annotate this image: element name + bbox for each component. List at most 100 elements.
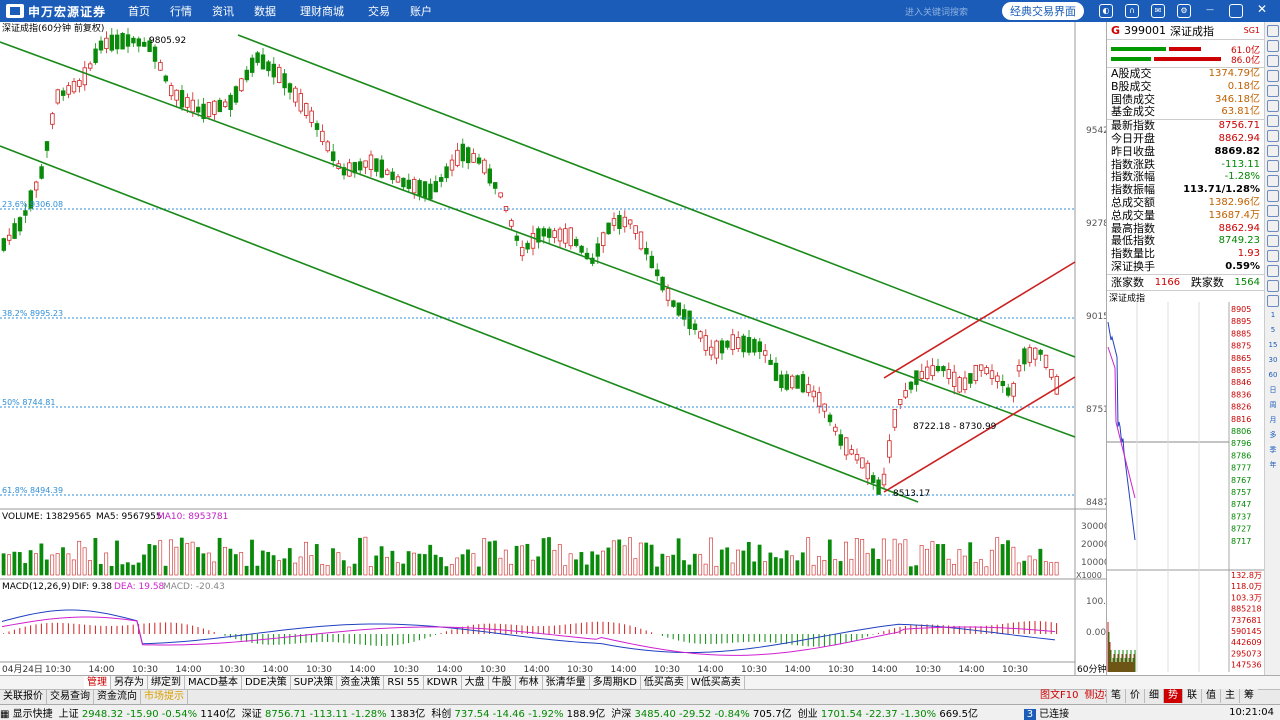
toolbar-icon[interactable] bbox=[1267, 280, 1279, 292]
quote-tab[interactable]: 势 bbox=[1163, 689, 1182, 703]
quote-tab[interactable]: 联 bbox=[1182, 689, 1201, 703]
volume-bar bbox=[169, 539, 173, 576]
menu-news[interactable]: 资讯 bbox=[202, 3, 244, 19]
menu-data[interactable]: 数据 bbox=[244, 3, 286, 19]
period-button[interactable]: 多 bbox=[1267, 430, 1279, 442]
volume-bar bbox=[455, 557, 460, 576]
toolbar-icon[interactable] bbox=[1267, 100, 1279, 112]
indicator-tab[interactable]: MACD基本 bbox=[185, 676, 242, 689]
indicator-tab[interactable]: 低买高卖 bbox=[641, 676, 688, 689]
toolbar-icon[interactable] bbox=[1267, 40, 1279, 52]
period-button[interactable]: 30 bbox=[1267, 355, 1279, 367]
skin-icon[interactable]: ◐ bbox=[1099, 4, 1113, 18]
close-icon[interactable]: ✕ bbox=[1255, 3, 1269, 18]
period-button[interactable]: 60 bbox=[1267, 370, 1279, 382]
function-tab[interactable]: 交易查询 bbox=[47, 690, 94, 704]
volume-bar bbox=[77, 540, 82, 576]
volume-bar bbox=[525, 543, 530, 576]
toolbar-icon[interactable] bbox=[1267, 55, 1279, 67]
period-button[interactable]: 月 bbox=[1267, 415, 1279, 427]
headset-icon[interactable]: ∩ bbox=[1125, 4, 1139, 18]
toolbar-icon[interactable] bbox=[1267, 130, 1279, 142]
connection-indicator[interactable]: 3 已连接 bbox=[1023, 705, 1069, 720]
kline-chart-area[interactable]: 23.6% 9306.08 38.2% 8995.23 50% 8744.81 61.… bbox=[0, 22, 1112, 675]
show-quick-button[interactable]: ▦ 显示快捷 bbox=[0, 705, 53, 720]
candle-body bbox=[698, 331, 703, 339]
period-button[interactable]: 周 bbox=[1267, 400, 1279, 412]
classic-trade-button[interactable]: 经典交易界面 bbox=[1002, 2, 1084, 20]
candle-body bbox=[395, 176, 401, 183]
period-button[interactable]: 季 bbox=[1267, 445, 1279, 457]
indicator-tab[interactable]: 多周期KD bbox=[590, 676, 641, 689]
quote-tab[interactable]: 主 bbox=[1220, 689, 1239, 703]
period-button[interactable]: 15 bbox=[1267, 340, 1279, 352]
index-ticker[interactable]: 沪深 3485.40 -29.52 -0.84% 705.7亿 bbox=[611, 705, 791, 720]
indicator-tab[interactable]: 布林 bbox=[516, 676, 543, 689]
time-label: 14:00 bbox=[698, 665, 724, 675]
index-ticker[interactable]: 上证 2948.32 -15.90 -0.54% 1140亿 bbox=[59, 705, 236, 720]
stat-value: 63.81亿 bbox=[1221, 106, 1260, 118]
mini-volume-tick: 885218 bbox=[1231, 604, 1262, 613]
minimize-icon[interactable]: — bbox=[1203, 4, 1217, 18]
menu-account[interactable]: 账户 bbox=[400, 3, 442, 19]
kline-chart-svg[interactable]: 23.6% 9306.08 38.2% 8995.23 50% 8744.81 61.… bbox=[0, 22, 1112, 675]
mini-volume-tick: 103.3万 bbox=[1231, 593, 1262, 602]
period-button[interactable]: 5 bbox=[1267, 325, 1279, 337]
toolbar-icon[interactable] bbox=[1267, 205, 1279, 217]
menu-home[interactable]: 首页 bbox=[118, 3, 160, 19]
toolbar-icon[interactable] bbox=[1267, 265, 1279, 277]
intraday-mini-chart[interactable]: 8905 8895 8885 8875 8865 8855 8846 8836 8826 8816… bbox=[1107, 301, 1264, 672]
menu-trade[interactable]: 交易 bbox=[358, 3, 400, 19]
toolbar-icon[interactable] bbox=[1267, 295, 1279, 307]
indicator-tab[interactable]: KDWR bbox=[424, 676, 462, 689]
indicator-tab[interactable]: DDE决策 bbox=[242, 676, 291, 689]
toolbar-icon[interactable] bbox=[1267, 25, 1279, 37]
quote-tab[interactable]: 笔 bbox=[1106, 689, 1125, 703]
indicator-tab[interactable]: 另存为 bbox=[111, 676, 148, 689]
indicator-tab[interactable]: 资金决策 bbox=[337, 676, 385, 689]
function-tab[interactable]: 关联报价 bbox=[0, 690, 47, 704]
mini-volume-tick: 737681 bbox=[1231, 616, 1262, 625]
quote-tab[interactable]: 价 bbox=[1125, 689, 1144, 703]
indicator-tab[interactable]: 张清华量 bbox=[543, 676, 590, 689]
maximize-icon[interactable] bbox=[1229, 4, 1243, 18]
indicator-tab[interactable]: 大盘 bbox=[462, 676, 489, 689]
toolbar-icon[interactable] bbox=[1267, 160, 1279, 172]
menu-wealth[interactable]: 理财商城 bbox=[286, 3, 358, 19]
indicator-tab[interactable]: 牛股 bbox=[489, 676, 516, 689]
search-hint[interactable]: 进入关键词搜索 bbox=[905, 5, 968, 18]
period-button[interactable]: 日 bbox=[1267, 385, 1279, 397]
f10-link[interactable]: 图文F10 bbox=[1040, 689, 1078, 703]
settings-icon[interactable]: ⚙ bbox=[1177, 4, 1191, 18]
toolbar-icon[interactable] bbox=[1267, 190, 1279, 202]
function-tab[interactable]: 资金流向 bbox=[94, 690, 141, 704]
indicator-tab[interactable]: 管理 bbox=[84, 676, 111, 689]
toolbar-icon[interactable] bbox=[1267, 220, 1279, 232]
toolbar-icon[interactable] bbox=[1267, 235, 1279, 247]
volume-bar bbox=[703, 563, 708, 576]
toolbar-icon[interactable] bbox=[1267, 175, 1279, 187]
toolbar-icon[interactable] bbox=[1267, 70, 1279, 82]
quote-tab[interactable]: 筹 bbox=[1239, 689, 1258, 703]
indicator-tab[interactable]: SUP决策 bbox=[291, 676, 338, 689]
mail-icon[interactable]: ✉ bbox=[1151, 4, 1165, 18]
indicator-tab[interactable]: W低买高卖 bbox=[688, 676, 745, 689]
period-button[interactable]: 1 bbox=[1267, 310, 1279, 322]
index-ticker[interactable]: 深证 8756.71 -113.11 -1.28% 1383亿 bbox=[242, 705, 426, 720]
indicator-tab[interactable]: 绑定到 bbox=[148, 676, 185, 689]
toolbar-icon[interactable] bbox=[1267, 85, 1279, 97]
function-tab[interactable]: 市场提示 bbox=[141, 690, 188, 704]
menu-quotes[interactable]: 行情 bbox=[160, 3, 202, 19]
toolbar-icon[interactable] bbox=[1267, 145, 1279, 157]
period-button[interactable]: 年 bbox=[1267, 460, 1279, 472]
toolbar-icon[interactable] bbox=[1267, 115, 1279, 127]
indicator-tab[interactable]: RSI 55 bbox=[384, 676, 424, 689]
index-ticker[interactable]: 科创 737.54 -14.46 -1.92% 188.9亿 bbox=[431, 705, 605, 720]
candle-body bbox=[465, 147, 471, 164]
toolbar-icon[interactable] bbox=[1267, 250, 1279, 262]
mini-volume-tick: 132.8万 bbox=[1231, 571, 1262, 580]
index-ticker[interactable]: 创业 1701.54 -22.37 -1.30% 669.5亿 bbox=[798, 705, 978, 720]
quote-tab[interactable]: 值 bbox=[1201, 689, 1220, 703]
candle-body bbox=[206, 102, 212, 118]
quote-tab[interactable]: 细 bbox=[1144, 689, 1163, 703]
